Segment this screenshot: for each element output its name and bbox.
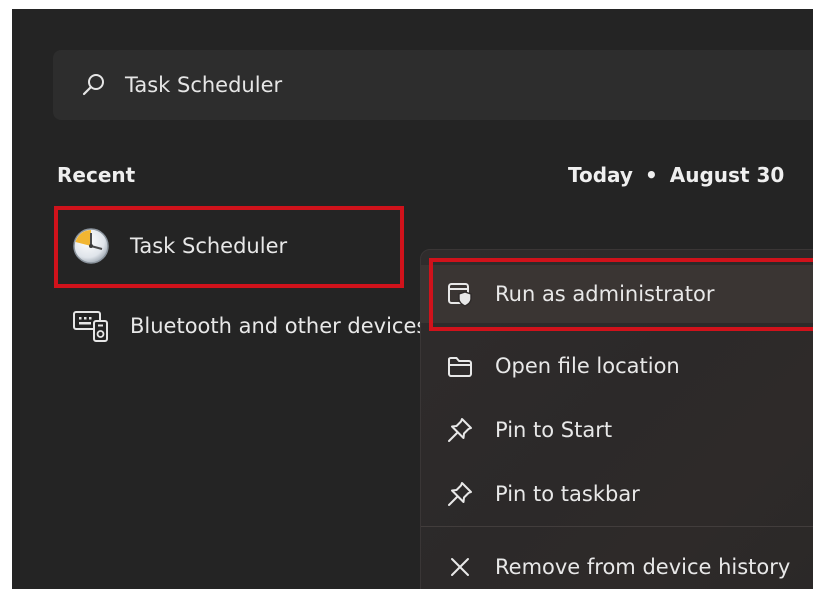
recent-date: Today • August 30 bbox=[568, 163, 784, 187]
menu-item-pin-to-taskbar[interactable]: Pin to taskbar bbox=[421, 465, 813, 523]
search-icon bbox=[82, 74, 104, 96]
menu-item-label: Pin to Start bbox=[495, 418, 613, 442]
search-input[interactable]: Task Scheduler bbox=[125, 70, 282, 100]
search-box[interactable]: Task Scheduler bbox=[53, 50, 813, 120]
recent-item-label: Bluetooth and other devices bbox=[130, 314, 428, 338]
start-search-panel: Task Scheduler Recent Today • August 30 Ta… bbox=[12, 9, 813, 589]
date-separator: • bbox=[644, 163, 658, 187]
pin-icon bbox=[448, 482, 472, 506]
menu-item-remove-from-device-history[interactable]: Remove from device history bbox=[421, 538, 813, 589]
recent-heading: Recent bbox=[57, 163, 136, 187]
keyboard-icon bbox=[73, 311, 108, 342]
menu-item-label: Pin to taskbar bbox=[495, 482, 640, 506]
pin-icon bbox=[448, 418, 472, 442]
recent-item-bluetooth[interactable]: Bluetooth and other devices bbox=[72, 301, 427, 351]
close-icon bbox=[451, 558, 469, 576]
menu-item-label: Remove from device history bbox=[495, 555, 791, 579]
folder-icon bbox=[448, 357, 472, 377]
highlight-task-scheduler bbox=[54, 206, 404, 288]
date-today: Today bbox=[568, 163, 633, 187]
date-value: August 30 bbox=[669, 163, 785, 187]
menu-item-label: Open file location bbox=[495, 354, 680, 378]
menu-item-pin-to-start[interactable]: Pin to Start bbox=[421, 401, 813, 459]
menu-divider bbox=[421, 526, 813, 527]
menu-item-open-file-location[interactable]: Open file location bbox=[421, 337, 813, 395]
highlight-run-as-administrator bbox=[429, 258, 813, 331]
